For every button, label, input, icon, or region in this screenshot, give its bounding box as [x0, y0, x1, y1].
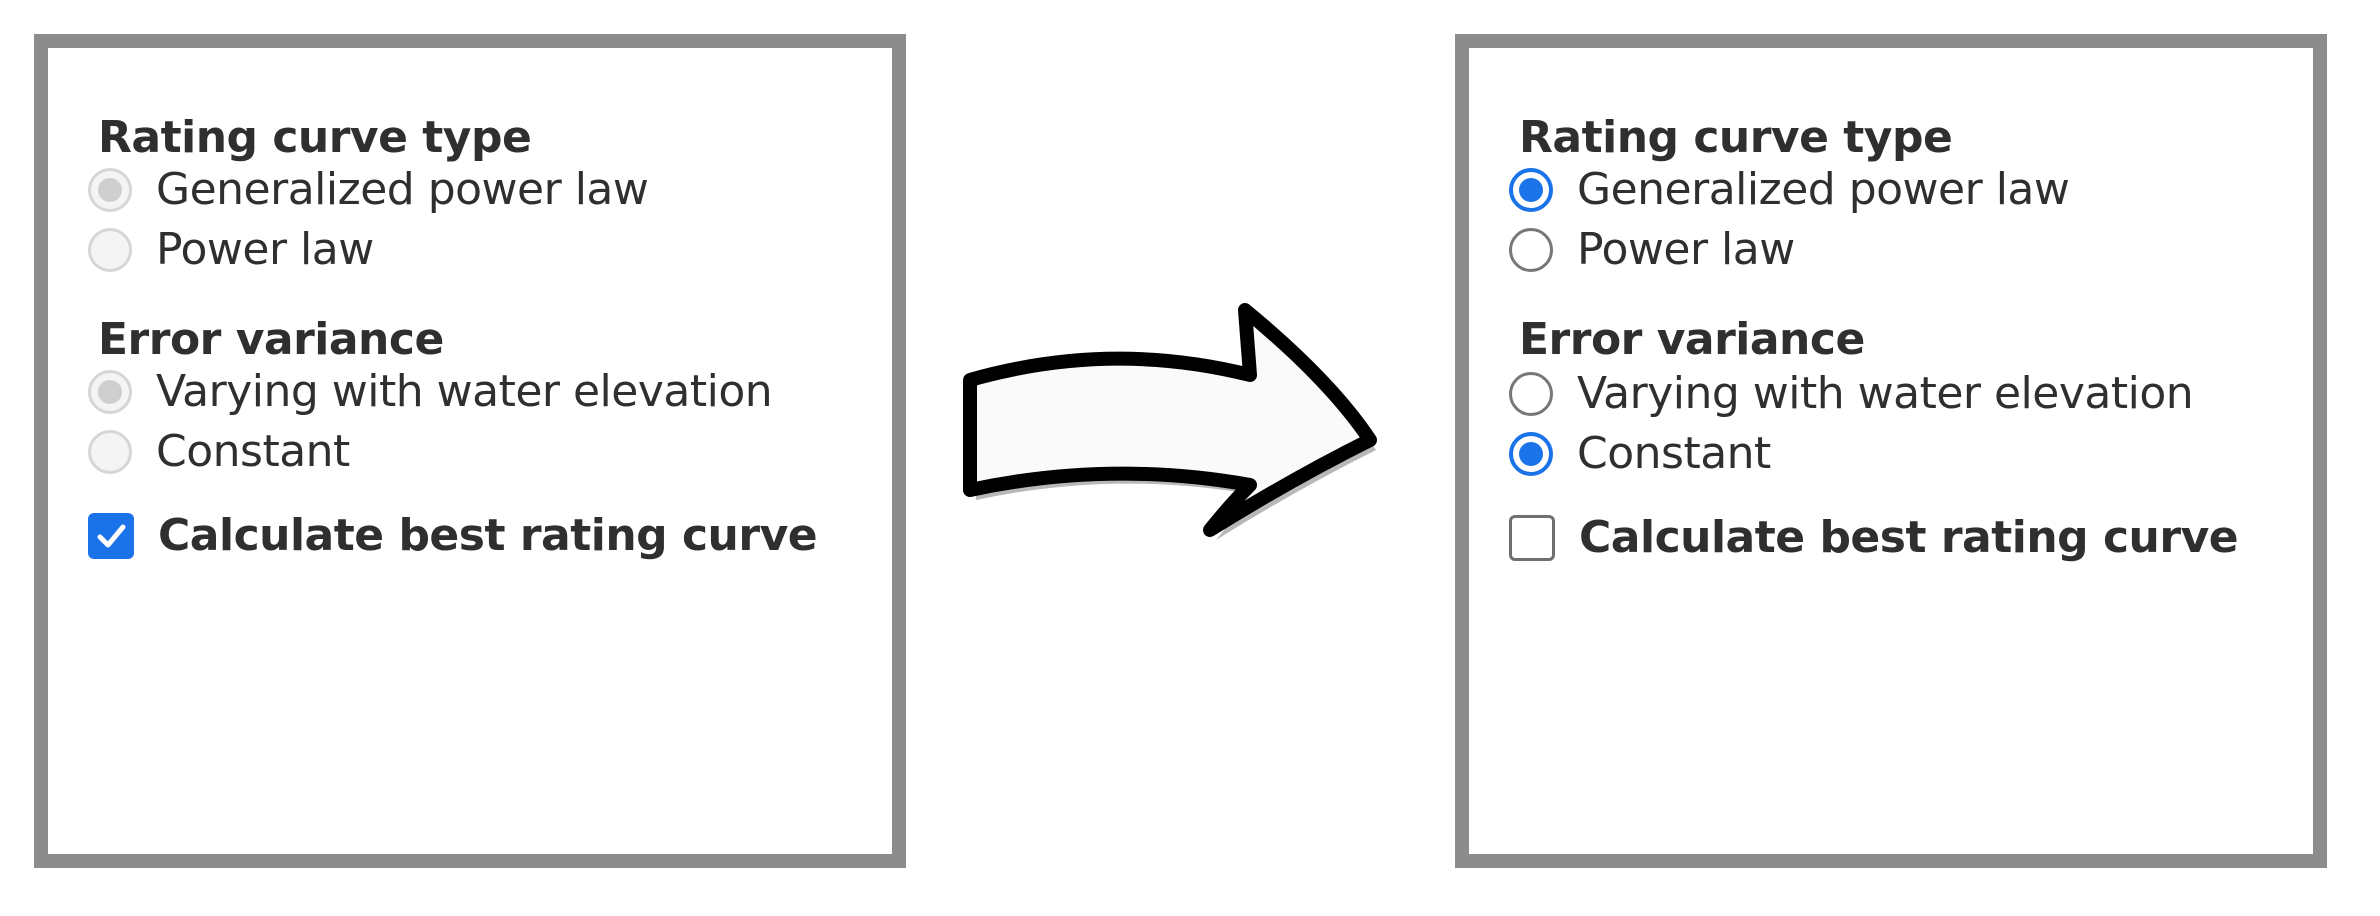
- radio-button-selected[interactable]: [1509, 168, 1553, 212]
- radio-label: Constant: [156, 426, 350, 477]
- checkmark-icon: [97, 524, 126, 548]
- radio-generalized-power-law[interactable]: Generalized power law: [1509, 160, 2070, 220]
- radio-button-selected-disabled[interactable]: [88, 168, 132, 212]
- checkbox-unchecked[interactable]: [1509, 515, 1555, 561]
- radio-power-law[interactable]: Power law: [1509, 220, 1795, 280]
- radio-constant[interactable]: Constant: [88, 422, 350, 482]
- radio-button-disabled[interactable]: [88, 430, 132, 474]
- radio-power-law[interactable]: Power law: [88, 220, 374, 280]
- radio-constant[interactable]: Constant: [1509, 424, 1771, 484]
- radio-button-selected-disabled[interactable]: [88, 370, 132, 414]
- checkbox-label: Calculate best rating curve: [158, 510, 818, 561]
- radio-button[interactable]: [1509, 372, 1553, 416]
- checkbox-checked[interactable]: [88, 513, 134, 559]
- settings-panel-after: Rating curve type Generalized power law …: [1455, 34, 2327, 868]
- radio-button[interactable]: [1509, 228, 1553, 272]
- radio-label: Power law: [1577, 224, 1795, 275]
- error-variance-heading: Error variance: [1519, 314, 1865, 365]
- settings-panel-before: Rating curve type Generalized power law …: [34, 34, 906, 868]
- radio-label: Constant: [1577, 428, 1771, 479]
- rating-curve-type-heading: Rating curve type: [1519, 112, 1953, 163]
- radio-button-disabled[interactable]: [88, 228, 132, 272]
- error-variance-heading: Error variance: [98, 314, 444, 365]
- checkbox-calculate-best-rating-curve[interactable]: Calculate best rating curve: [1509, 508, 2239, 568]
- radio-label: Generalized power law: [156, 164, 649, 215]
- radio-varying-with-water-elevation[interactable]: Varying with water elevation: [88, 362, 773, 422]
- rating-curve-type-heading: Rating curve type: [98, 112, 532, 163]
- radio-varying-with-water-elevation[interactable]: Varying with water elevation: [1509, 364, 2194, 424]
- checkbox-label: Calculate best rating curve: [1579, 512, 2239, 563]
- right-arrow-icon: [963, 303, 1377, 540]
- radio-label: Varying with water elevation: [156, 366, 773, 417]
- radio-generalized-power-law[interactable]: Generalized power law: [88, 160, 649, 220]
- checkbox-calculate-best-rating-curve[interactable]: Calculate best rating curve: [88, 506, 818, 566]
- radio-label: Power law: [156, 224, 374, 275]
- radio-label: Varying with water elevation: [1577, 368, 2194, 419]
- radio-label: Generalized power law: [1577, 164, 2070, 215]
- radio-button-selected[interactable]: [1509, 432, 1553, 476]
